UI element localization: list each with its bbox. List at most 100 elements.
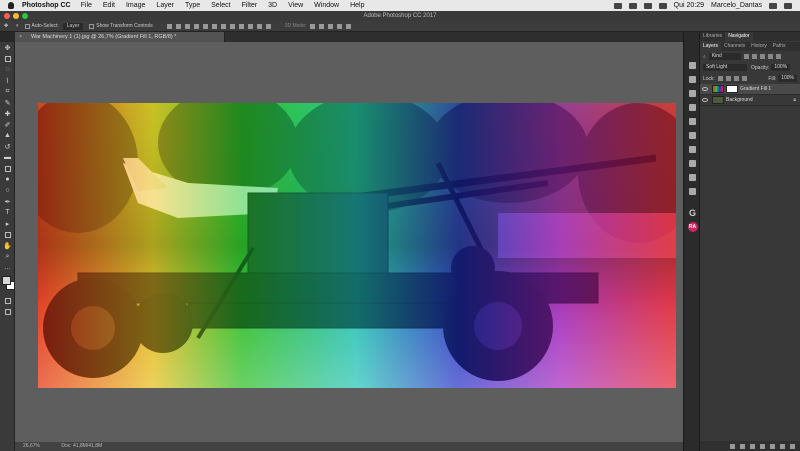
lock-position-icon[interactable]: [733, 76, 739, 81]
tab-navigator[interactable]: Navigator: [725, 32, 753, 41]
3d-pan-icon[interactable]: [328, 23, 334, 29]
quick-mask-icon[interactable]: [0, 295, 15, 306]
notifications-icon[interactable]: [784, 2, 792, 9]
3d-scale-icon[interactable]: [346, 23, 352, 29]
crop-tool-icon[interactable]: ⌗: [0, 86, 15, 97]
properties-panel-icon[interactable]: [684, 72, 701, 86]
menu-image[interactable]: Image: [126, 0, 145, 11]
auto-select-dropdown[interactable]: Layer: [62, 22, 84, 30]
lock-icon[interactable]: 🔒︎: [793, 97, 796, 103]
adjustment-layer-icon[interactable]: [760, 443, 765, 449]
delete-layer-icon[interactable]: [790, 443, 795, 449]
menu-layer[interactable]: Layer: [156, 0, 174, 11]
lasso-tool-icon[interactable]: ◌: [0, 64, 15, 75]
document-tab[interactable]: × War Machinery 1 (1).jpg @ 26,7% (Gradi…: [15, 32, 225, 42]
zoom-tool-icon[interactable]: ⌕: [0, 251, 15, 262]
layer-mask-thumbnail[interactable]: [726, 85, 738, 93]
3d-rotate-icon[interactable]: [310, 23, 316, 29]
new-layer-icon[interactable]: [780, 443, 785, 449]
opacity-input[interactable]: 100%: [771, 64, 791, 71]
lock-image-icon[interactable]: [725, 76, 731, 81]
fill-input[interactable]: 100%: [778, 75, 797, 82]
dropbox-icon[interactable]: [613, 2, 622, 9]
tab-libraries[interactable]: Libraries: [700, 32, 725, 41]
eraser-tool-icon[interactable]: ▬: [0, 152, 15, 163]
close-window-icon[interactable]: [4, 13, 10, 19]
lock-all-icon[interactable]: [741, 76, 747, 81]
eyedropper-tool-icon[interactable]: ✎: [0, 97, 15, 108]
visibility-eye-icon[interactable]: [702, 98, 708, 102]
menu-type[interactable]: Type: [185, 0, 200, 11]
menu-select[interactable]: Select: [211, 0, 230, 11]
align-middle-icon[interactable]: [175, 23, 181, 29]
clock[interactable]: Qui 20:29: [674, 0, 704, 11]
adjustments-panel-icon[interactable]: [684, 86, 701, 100]
foreground-color-swatch[interactable]: [2, 276, 11, 285]
path-selection-tool-icon[interactable]: ▸: [0, 218, 15, 229]
3d-roll-icon[interactable]: [319, 23, 325, 29]
menu-view[interactable]: View: [288, 0, 303, 11]
healing-brush-tool-icon[interactable]: ✚: [0, 108, 15, 119]
tab-layers[interactable]: Layers: [700, 42, 722, 51]
distribute-left-icon[interactable]: [247, 23, 253, 29]
menu-window[interactable]: Window: [314, 0, 339, 11]
add-mask-icon[interactable]: [750, 443, 755, 449]
character-panel-icon[interactable]: [684, 100, 701, 114]
layer-row-background[interactable]: Background 🔒︎: [700, 95, 800, 106]
distribute-top-icon[interactable]: [220, 23, 226, 29]
volume-icon[interactable]: [643, 2, 652, 9]
zoom-window-icon[interactable]: [22, 13, 28, 19]
distribute-right-icon[interactable]: [265, 23, 271, 29]
layer-name[interactable]: Gradient Fill 1: [740, 86, 771, 92]
filter-type-icon[interactable]: [759, 54, 765, 59]
user-name[interactable]: Marcelo_Dantas: [711, 0, 762, 11]
ra-plugin-icon[interactable]: RA: [687, 222, 698, 232]
swatches-panel-icon[interactable]: [684, 128, 701, 142]
quick-select-tool-icon[interactable]: ⌇: [0, 75, 15, 86]
distribute-center-icon[interactable]: [256, 23, 262, 29]
show-transform-checkbox[interactable]: [89, 23, 95, 29]
link-layers-icon[interactable]: [730, 443, 735, 449]
menu-edit[interactable]: Edit: [103, 0, 115, 11]
align-right-icon[interactable]: [211, 23, 217, 29]
filter-adjustment-icon[interactable]: [751, 54, 757, 59]
apple-icon[interactable]: [8, 2, 14, 9]
clone-stamp-tool-icon[interactable]: ▲: [0, 130, 15, 141]
search-icon[interactable]: [769, 2, 777, 9]
menu-help[interactable]: Help: [350, 0, 364, 11]
screen-mode-icon[interactable]: [0, 306, 15, 317]
filter-smart-object-icon[interactable]: [775, 54, 781, 59]
align-bottom-icon[interactable]: [184, 23, 190, 29]
3d-slide-icon[interactable]: [337, 23, 343, 29]
battery-icon[interactable]: [658, 2, 667, 9]
g-plugin-icon[interactable]: G: [684, 206, 701, 220]
actions-panel-icon[interactable]: [684, 170, 701, 184]
move-tool-icon[interactable]: ✥: [4, 21, 14, 32]
brush-tool-icon[interactable]: ✐: [0, 119, 15, 130]
align-center-icon[interactable]: [202, 23, 208, 29]
layer-row-gradient-fill[interactable]: Gradient Fill 1: [700, 84, 800, 95]
pen-tool-icon[interactable]: ✒: [0, 196, 15, 207]
menu-file[interactable]: File: [81, 0, 92, 11]
more-tools-icon[interactable]: …: [0, 262, 15, 273]
paragraph-panel-icon[interactable]: [684, 114, 701, 128]
app-menu-name[interactable]: Photoshop CC: [22, 0, 71, 11]
kind-filter-dropdown[interactable]: Kind: [708, 53, 741, 60]
layer-style-icon[interactable]: [740, 443, 745, 449]
blend-mode-dropdown[interactable]: Soft Light: [703, 64, 747, 71]
align-left-icon[interactable]: [193, 23, 199, 29]
filter-shape-icon[interactable]: [767, 54, 773, 59]
distribute-middle-icon[interactable]: [229, 23, 235, 29]
shape-tool-icon[interactable]: [0, 229, 15, 240]
gradient-tool-icon[interactable]: [0, 163, 15, 174]
tab-channels[interactable]: Channels: [721, 42, 748, 51]
history-panel-icon[interactable]: [684, 58, 701, 72]
blur-tool-icon[interactable]: ●: [0, 174, 15, 185]
document-info[interactable]: Doc: 41,8M/41,8M: [61, 443, 102, 449]
minimize-window-icon[interactable]: [13, 13, 19, 19]
menu-filter[interactable]: Filter: [242, 0, 258, 11]
layer-name[interactable]: Background: [726, 97, 753, 103]
zoom-level[interactable]: 26,67%: [23, 443, 40, 449]
tab-history[interactable]: History: [748, 42, 770, 51]
marquee-tool-icon[interactable]: [0, 53, 15, 64]
